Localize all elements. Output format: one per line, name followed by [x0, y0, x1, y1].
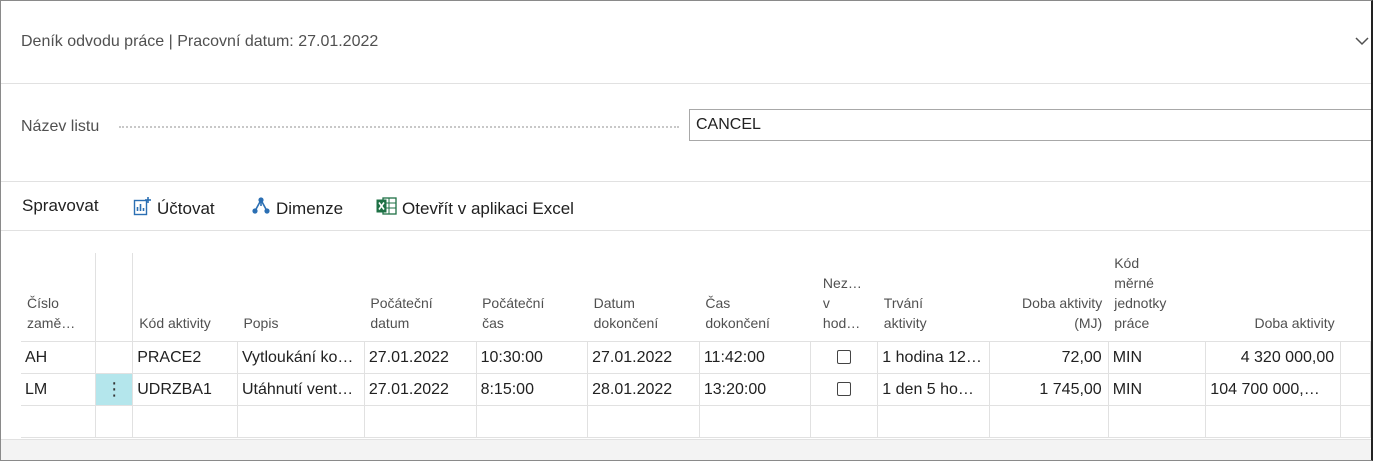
cell-empty[interactable]	[21, 405, 97, 438]
cell-empty[interactable]	[132, 405, 238, 438]
cell-start-date[interactable]: 27.01.2022	[364, 341, 477, 374]
excel-label: Otevřít v aplikaci Excel	[402, 198, 574, 218]
cell-empty[interactable]	[364, 405, 477, 438]
cell-empty[interactable]	[237, 405, 365, 438]
cell-start-time[interactable]: 10:30:00	[476, 341, 589, 374]
cell-empty[interactable]	[699, 405, 812, 438]
more-options-icon[interactable]: ⋮	[95, 373, 134, 406]
column-header-end-time[interactable]: Čas dokončení	[699, 253, 811, 342]
column-header-duration-uom[interactable]: Doba aktivity (MJ)	[990, 253, 1108, 342]
dimensions-button[interactable]: Dimenze	[251, 196, 343, 221]
cell-description[interactable]: Vytloukání ko…	[237, 341, 365, 374]
cell-duration-uom[interactable]: 1 745,00	[989, 373, 1109, 406]
cell-end-date[interactable]: 27.01.2022	[587, 341, 700, 374]
cell-empty[interactable]	[810, 405, 879, 438]
cell-spacer	[1340, 373, 1371, 406]
column-header-checkbox[interactable]: Nez… v hod…	[811, 253, 878, 342]
batch-name-input[interactable]: CANCEL	[689, 109, 1371, 141]
column-header-activity-code[interactable]: Kód aktivity	[132, 253, 238, 342]
cell-empty[interactable]	[877, 405, 991, 438]
column-header-description[interactable]: Popis	[237, 253, 364, 342]
cell-duration-uom[interactable]: 72,00	[989, 341, 1109, 374]
table-row[interactable]: AH PRACE2 Vytloukání ko… 27.01.2022 10:3…	[21, 341, 1371, 374]
cell-uom-code[interactable]: MIN	[1108, 373, 1207, 406]
cell-empty[interactable]	[476, 405, 589, 438]
open-in-excel-button[interactable]: Otevřít v aplikaci Excel	[376, 196, 574, 221]
post-icon	[133, 196, 157, 221]
cell-checkbox	[810, 341, 879, 374]
cell-employee[interactable]: AH	[21, 341, 97, 374]
cell-empty[interactable]	[95, 405, 134, 438]
dimensions-label: Dimenze	[276, 198, 344, 218]
table-row-empty[interactable]	[21, 405, 1371, 438]
cell-activity-code[interactable]: UDRZBA1	[132, 373, 238, 406]
post-button[interactable]: Účtovat	[133, 196, 215, 221]
column-header-spacer	[1341, 253, 1371, 342]
cell-start-time[interactable]: 8:15:00	[476, 373, 589, 406]
divider	[1, 181, 1371, 182]
journal-lines-table: Číslo zamě… Kód aktivity Popis Počáteční…	[21, 253, 1371, 438]
field-label: Název listu	[21, 118, 100, 135]
column-header-row-menu	[95, 253, 133, 342]
column-header-employee[interactable]: Číslo zamě…	[21, 253, 96, 342]
cell-empty[interactable]	[989, 405, 1109, 438]
manage-label: Spravovat	[22, 196, 99, 215]
field-leader-dots	[119, 126, 679, 128]
divider	[1, 230, 1371, 231]
checkbox[interactable]	[837, 350, 852, 365]
column-header-start-time[interactable]: Počáteční čas	[476, 253, 588, 342]
cell-checkbox	[810, 373, 879, 406]
manage-button[interactable]: Spravovat	[22, 196, 99, 216]
column-header-duration[interactable]: Trvání aktivity	[878, 253, 990, 342]
table-row[interactable]: LM ⋮ UDRZBA1 Utáhnutí vent… 27.01.2022 8…	[21, 373, 1371, 406]
cell-duration[interactable]: 1 den 5 ho…	[877, 373, 991, 406]
cell-end-time[interactable]: 11:42:00	[699, 341, 812, 374]
cell-spacer	[1340, 405, 1371, 438]
cell-row-menu[interactable]	[95, 341, 134, 374]
cell-duration[interactable]: 1 hodina 12…	[877, 341, 991, 374]
cell-uom-code[interactable]: MIN	[1108, 341, 1207, 374]
cell-empty[interactable]	[1108, 405, 1207, 438]
chevron-down-icon[interactable]	[1355, 33, 1369, 51]
cell-end-time[interactable]: 13:20:00	[699, 373, 812, 406]
cell-duration-total[interactable]: 4 320 000,00	[1205, 341, 1342, 374]
cell-employee[interactable]: LM	[21, 373, 97, 406]
cell-start-date[interactable]: 27.01.2022	[364, 373, 477, 406]
column-header-uom-code[interactable]: Kód měrné jednotky práce	[1108, 253, 1206, 342]
checkbox[interactable]	[837, 382, 852, 397]
cell-end-date[interactable]: 28.01.2022	[587, 373, 700, 406]
footer-bar	[1, 439, 1371, 460]
column-header-duration-total[interactable]: Doba aktivity	[1206, 253, 1341, 342]
excel-icon	[376, 196, 402, 221]
journal-page: Deník odvodu práce | Pracovní datum: 27.…	[0, 0, 1373, 461]
page-title: Deník odvodu práce | Pracovní datum: 27.…	[21, 33, 379, 50]
column-header-end-date[interactable]: Datum dokončení	[588, 253, 700, 342]
cell-description[interactable]: Utáhnutí vent…	[237, 373, 365, 406]
cell-activity-code[interactable]: PRACE2	[132, 341, 238, 374]
cell-empty[interactable]	[587, 405, 700, 438]
post-label: Účtovat	[157, 198, 215, 218]
column-header-start-date[interactable]: Počáteční datum	[364, 253, 476, 342]
divider	[1, 83, 1371, 84]
cell-spacer	[1340, 341, 1371, 374]
dimensions-icon	[251, 196, 276, 221]
cell-empty[interactable]	[1205, 405, 1342, 438]
cell-duration-total[interactable]: 104 700 000,…	[1205, 373, 1342, 406]
